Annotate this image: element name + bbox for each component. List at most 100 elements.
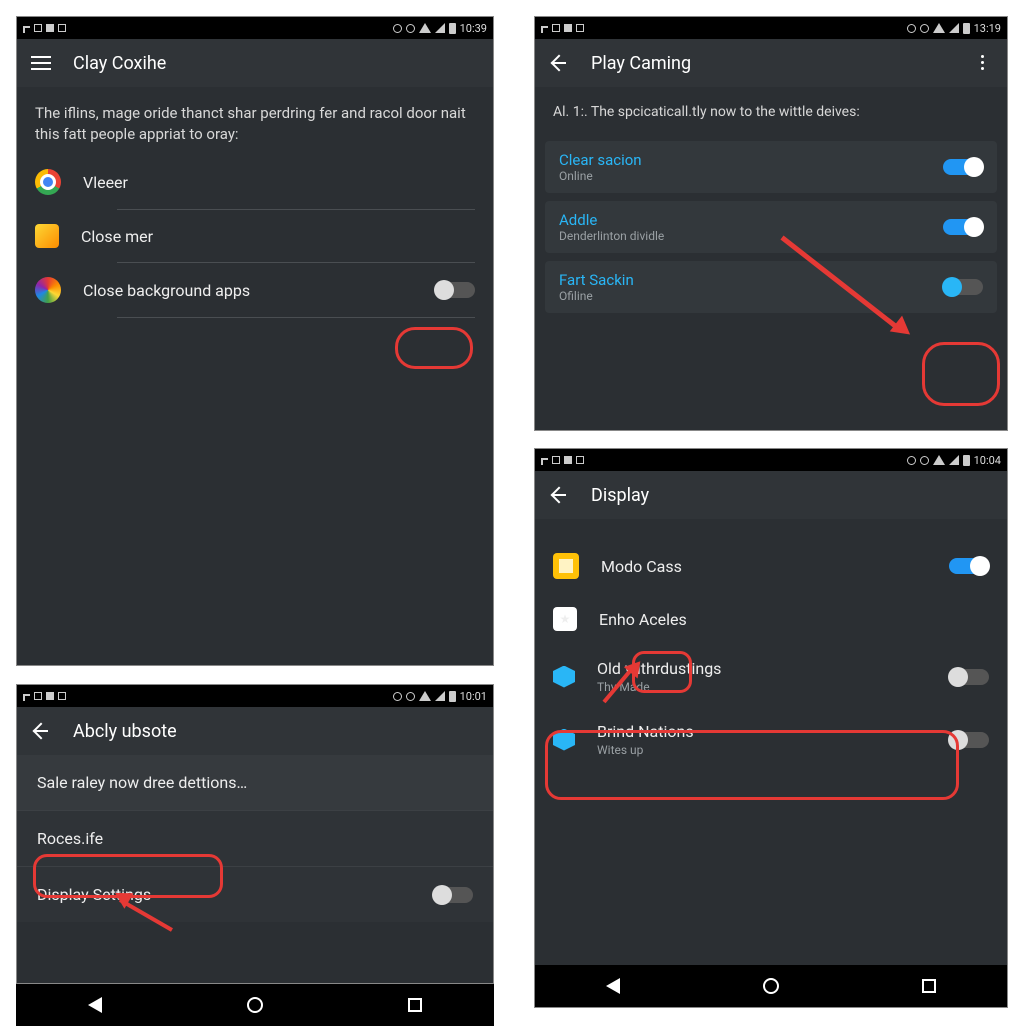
nav-recents-icon[interactable] [922,979,936,993]
list-item[interactable]: Clear sacion Online [545,141,997,193]
wifi-icon [933,455,945,465]
app-title: Clay Coxihe [73,53,166,74]
app-bar: Clay Coxihe [17,39,493,87]
list-item-label: Close mer [81,227,475,246]
content-area: Modo Cass ★ Enho Aceles Old withrdusting… [535,519,1007,965]
description-text: Al. 1:. The spcicaticall.tly now to the … [535,87,1007,133]
status-icon [46,692,54,700]
sync-icon [393,692,402,701]
wifi-icon [933,23,945,33]
divider [117,317,475,318]
app-bar: Display [535,471,1007,519]
list-item-subtitle: Denderlinton dividle [559,229,931,243]
list-item-brind-nations[interactable]: Brind Nations Wites up [535,708,1007,771]
clock-text: 10:01 [460,690,487,703]
content-area: Al. 1:. The spcicaticall.tly now to the … [535,87,1007,430]
battery-icon [449,23,456,34]
nav-home-icon[interactable] [247,997,263,1013]
status-bar: 10:01 [17,685,493,707]
list-item-label: Enho Aceles [599,610,989,629]
list-item-label: Old withrdustings [597,659,927,678]
chrome-icon [35,169,61,195]
more-icon[interactable] [973,53,993,73]
wifi-icon [419,23,431,33]
status-icon [920,456,929,465]
status-icon [541,26,548,33]
list-item-title: Fart Sackin [559,271,931,289]
content-area: Sale raley now dree dettions… Roces.ife … [17,755,493,983]
clock-text: 10:04 [974,454,1001,467]
status-icon [576,24,584,32]
nav-back-icon[interactable] [88,997,102,1013]
clock-text: 13:19 [974,22,1001,35]
toggle[interactable] [943,219,983,235]
list-item[interactable]: Vleeer [17,155,493,209]
list-item-old-withrdustings[interactable]: Old withrdustings Thy Made [535,645,1007,708]
hex-icon [553,666,575,688]
list-item-subtitle: Thy Made [597,680,927,694]
status-bar: 10:39 [17,17,493,39]
signal-icon [435,23,445,33]
signal-icon [435,691,445,701]
toggle[interactable] [949,732,989,748]
toggle-display-settings[interactable] [433,887,473,903]
back-icon[interactable] [549,53,569,73]
screenshot-panel-3: 13:19 Play Caming Al. 1:. The spcicatica… [534,16,1008,431]
list-item-label: Display Settings [37,885,151,904]
back-icon[interactable] [31,721,51,741]
nav-home-icon[interactable] [763,978,779,994]
status-icon [34,24,42,32]
list-item-subtitle: Wites up [597,743,927,757]
back-icon[interactable] [549,485,569,505]
badge-icon: ★ [553,607,577,631]
status-icon [564,456,572,464]
list-item-enho-aceles[interactable]: ★ Enho Aceles [535,593,1007,645]
navigation-bar [535,965,1007,1007]
content-area: The iflins, mage oride thanct shar perdr… [17,87,493,665]
list-item-roces[interactable]: Roces.ife [17,810,493,866]
screenshot-panel-1: 10:39 Clay Coxihe The iflins, mage oride… [16,16,494,666]
list-item[interactable]: Close mer [17,210,493,262]
list-item-label: Modo Cass [601,557,927,576]
list-item-fart-sackin[interactable]: Fart Sackin Ofiline [545,261,997,313]
battery-icon [963,23,970,34]
list-item-subtitle: Online [559,169,931,183]
list-item-title: Clear sacion [559,151,931,169]
sync-icon [907,24,916,33]
signal-icon [949,455,959,465]
toggle[interactable] [943,159,983,175]
signal-icon [949,23,959,33]
toggle-close-background-apps[interactable] [435,282,475,298]
status-icon [920,24,929,33]
list-item-label: Brind Nations [597,722,927,741]
list-item-label: Vleeer [83,173,475,192]
status-icon [58,24,66,32]
status-icon [564,24,572,32]
toggle[interactable] [949,558,989,574]
toggle-fart-sackin[interactable] [943,279,983,295]
menu-icon[interactable] [31,53,51,73]
toggle[interactable] [949,669,989,685]
status-icon [406,24,415,33]
wifi-icon [419,691,431,701]
list-item-close-background-apps[interactable]: Close background apps [17,263,493,317]
battery-icon [449,691,456,702]
app-bar: Abcly ubsote [17,707,493,755]
list-item-display-settings[interactable]: Display Settings [17,866,493,922]
app-title: Abcly ubsote [73,721,177,742]
list-item-label: Close background apps [83,281,413,300]
list-item-modo-cass[interactable]: Modo Cass [535,539,1007,593]
status-icon [552,456,560,464]
screenshot-panel-4: 10:04 Display Modo Cass ★ Enho Aceles Ol… [534,448,1008,1008]
status-bar: 13:19 [535,17,1007,39]
nav-back-icon[interactable] [606,978,620,994]
app-icon [35,277,61,303]
list-item-label: Roces.ife [37,829,103,848]
app-icon [35,224,59,248]
list-item[interactable]: Addle Denderlinton dividle [545,201,997,253]
list-item-label: Sale raley now dree dettions… [37,773,247,792]
status-icon [406,692,415,701]
nav-recents-icon[interactable] [408,998,422,1012]
status-icon [552,24,560,32]
list-item[interactable]: Sale raley now dree dettions… [17,755,493,810]
